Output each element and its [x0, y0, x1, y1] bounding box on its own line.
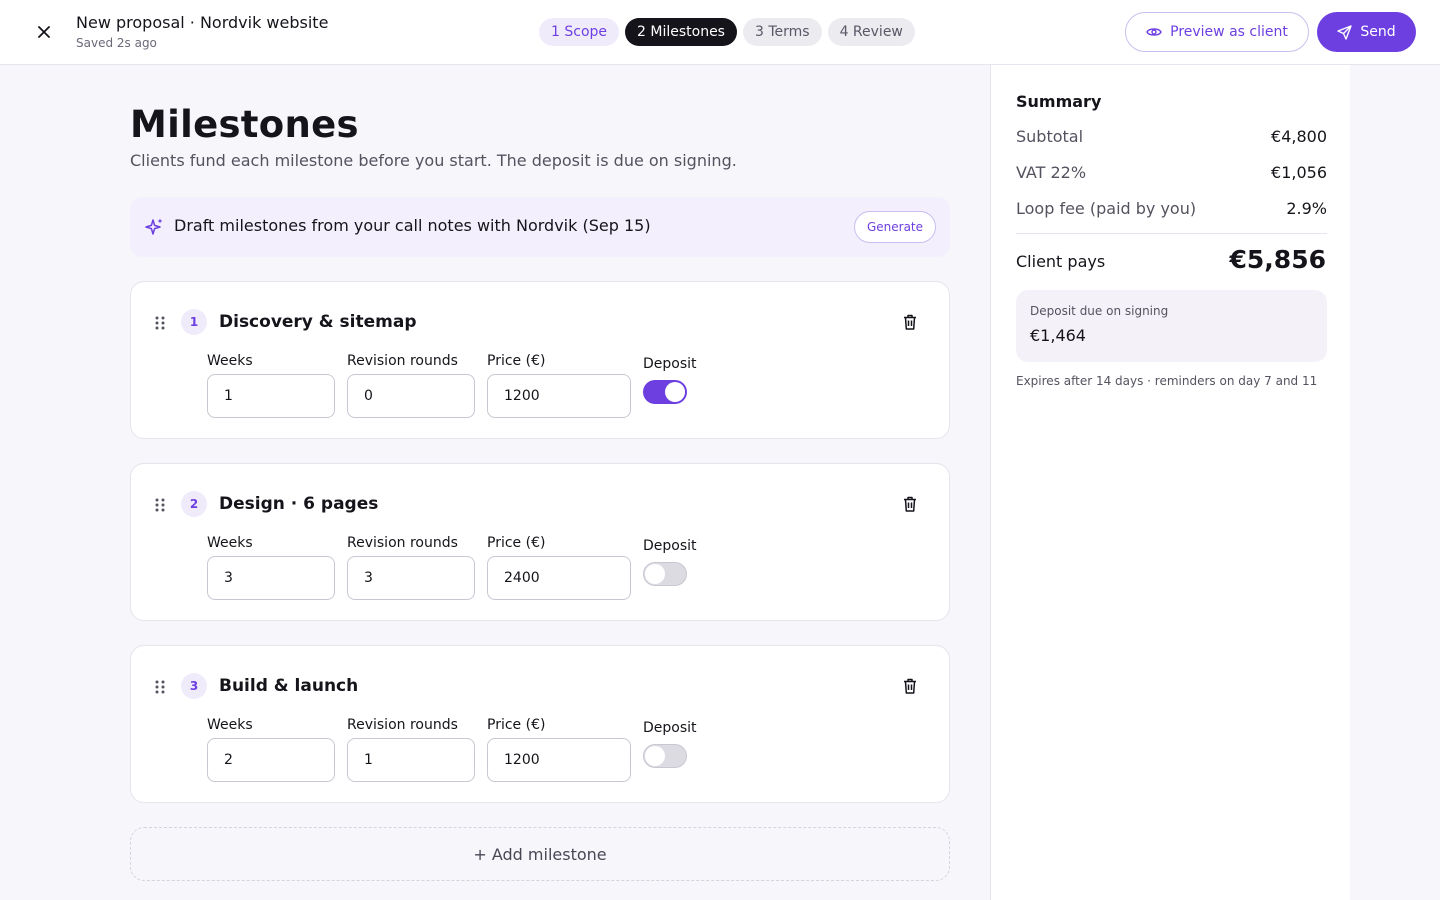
summary-row-value: €1,056: [1271, 163, 1327, 182]
summary-row-subtotal: Subtotal €4,800: [1016, 127, 1327, 146]
proposal-title: New proposal · Nordvik website: [76, 13, 329, 32]
revisions-label: Revision rounds: [347, 717, 458, 733]
summary-row-value: 2.9%: [1286, 199, 1327, 218]
generate-button[interactable]: Generate: [854, 211, 936, 243]
sparkle-icon: [145, 218, 163, 235]
milestone-card: 2 Design · 6 pages Weeks Revision rounds…: [130, 463, 950, 621]
revisions-input[interactable]: [347, 374, 475, 418]
add-milestone-button[interactable]: + Add milestone: [130, 827, 950, 881]
close-button[interactable]: [30, 20, 58, 44]
preview-as-client-button[interactable]: Preview as client: [1125, 12, 1309, 52]
milestone-title[interactable]: Design · 6 pages: [219, 494, 378, 514]
summary-row-label: Subtotal: [1016, 127, 1084, 146]
stepper: 1 Scope 2 Milestones 3 Terms 4 Review: [539, 18, 915, 46]
page-subtitle: Clients fund each milestone before you s…: [130, 151, 737, 170]
toggle-knob: [665, 382, 685, 402]
revisions-input[interactable]: [347, 556, 475, 600]
deposit-due-value: €1,464: [1030, 326, 1086, 345]
ai-draft-banner: Draft milestones from your call notes wi…: [130, 197, 950, 257]
deposit-toggle[interactable]: [643, 562, 687, 586]
summary-row-fee: Loop fee (paid by you) 2.9%: [1016, 199, 1327, 218]
summary-divider: [1016, 233, 1327, 234]
revisions-input[interactable]: [347, 738, 475, 782]
summary-row-label: VAT 22%: [1016, 163, 1087, 182]
trash-icon[interactable]: [901, 677, 919, 695]
trash-icon[interactable]: [901, 495, 919, 513]
step-terms[interactable]: 3 Terms: [742, 18, 822, 46]
price-label: Price (€): [487, 717, 546, 733]
save-status: Saved 2s ago: [76, 36, 157, 50]
top-bar: New proposal · Nordvik website Saved 2s …: [0, 0, 1440, 65]
summary-row-label: Loop fee (paid by you): [1016, 199, 1197, 218]
milestone-card: 1 Discovery & sitemap Weeks Revision rou…: [130, 281, 950, 439]
total-label: Client pays: [1016, 252, 1106, 271]
milestone-card: 3 Build & launch Weeks Revision rounds P…: [130, 645, 950, 803]
send-button[interactable]: Send: [1317, 12, 1416, 52]
price-input[interactable]: [487, 738, 631, 782]
drag-handle-icon[interactable]: [154, 679, 166, 695]
total-value: €5,856: [1229, 245, 1326, 274]
toggle-knob: [645, 746, 665, 766]
weeks-input[interactable]: [207, 738, 335, 782]
send-label: Send: [1360, 24, 1396, 40]
step-scope[interactable]: 1 Scope: [539, 18, 620, 46]
toggle-knob: [645, 564, 665, 584]
price-input[interactable]: [487, 556, 631, 600]
milestone-number: 2: [181, 491, 207, 517]
weeks-input[interactable]: [207, 374, 335, 418]
weeks-input[interactable]: [207, 556, 335, 600]
deposit-label: Deposit: [643, 538, 697, 554]
ai-banner-text: Draft milestones from your call notes wi…: [174, 216, 651, 235]
summary-row-value: €4,800: [1271, 127, 1327, 146]
drag-handle-icon[interactable]: [154, 497, 166, 513]
milestone-number: 3: [181, 673, 207, 699]
drag-handle-icon[interactable]: [154, 315, 166, 331]
deposit-due-label: Deposit due on signing: [1030, 304, 1169, 318]
price-label: Price (€): [487, 535, 546, 551]
revisions-label: Revision rounds: [347, 535, 458, 551]
paper-plane-icon: [1337, 24, 1353, 40]
deposit-due-box: Deposit due on signing €1,464: [1016, 290, 1327, 362]
price-label: Price (€): [487, 353, 546, 369]
summary-panel: Summary Subtotal €4,800 VAT 22% €1,056 L…: [990, 65, 1350, 900]
preview-label: Preview as client: [1170, 24, 1288, 40]
page-title: Milestones: [130, 103, 359, 146]
milestone-title[interactable]: Build & launch: [219, 676, 358, 696]
step-milestones[interactable]: 2 Milestones: [625, 18, 737, 46]
deposit-toggle[interactable]: [643, 744, 687, 768]
step-review[interactable]: 4 Review: [827, 18, 915, 46]
expiry-note: Expires after 14 days · reminders on day…: [1016, 374, 1318, 388]
milestone-title[interactable]: Discovery & sitemap: [219, 312, 417, 332]
price-input[interactable]: [487, 374, 631, 418]
weeks-label: Weeks: [207, 717, 253, 733]
close-icon: [38, 26, 50, 38]
deposit-label: Deposit: [643, 356, 697, 372]
weeks-label: Weeks: [207, 353, 253, 369]
deposit-toggle[interactable]: [643, 380, 687, 404]
trash-icon[interactable]: [901, 313, 919, 331]
milestone-number: 1: [181, 309, 207, 335]
deposit-label: Deposit: [643, 720, 697, 736]
revisions-label: Revision rounds: [347, 353, 458, 369]
summary-title: Summary: [1016, 92, 1102, 111]
weeks-label: Weeks: [207, 535, 253, 551]
summary-row-vat: VAT 22% €1,056: [1016, 163, 1327, 182]
eye-icon: [1146, 28, 1162, 36]
